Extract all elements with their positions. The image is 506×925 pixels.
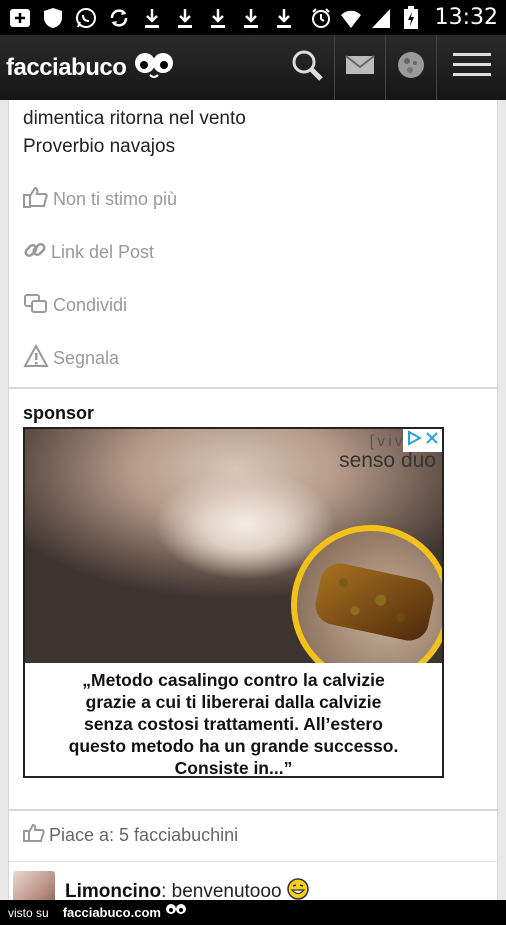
post-text-line: dimentica ritorna nel vento (23, 108, 246, 129)
post-link-label: Link del Post (51, 242, 155, 262)
report-button[interactable]: Segnala (23, 343, 120, 373)
report-label: Segnala (53, 348, 120, 368)
footer-bar: visto su facciabuco.com (0, 900, 506, 925)
sponsor-card: sponsor [vivès] senso duo „Metodo casali… (8, 388, 498, 810)
status-bar: 13:32 (0, 0, 506, 35)
ad-food-image (311, 559, 438, 645)
comment: Limoncino: benvenutooo (13, 871, 309, 900)
post-card: dimentica ritorna nel vento Proverbio na… (8, 100, 498, 388)
download-icon (239, 7, 263, 29)
mail-icon (345, 54, 375, 81)
grin-emoji-icon (287, 878, 309, 900)
menu-icon (452, 51, 491, 84)
close-icon[interactable] (425, 431, 439, 450)
ad-banner[interactable]: [vivès] senso duo „Metodo casalingo cont… (23, 427, 444, 778)
sync-icon (107, 7, 131, 29)
thumbs-up-icon (23, 823, 49, 848)
download-icon (272, 7, 296, 29)
ad-text-line: questo metodo ha un grande successo. (68, 736, 399, 756)
messages-button[interactable] (334, 35, 385, 100)
menu-button[interactable] (436, 35, 506, 100)
ad-text-line: „Metodo casalingo contro la calvizie (82, 670, 385, 690)
app-bar: facciabuco (0, 35, 506, 100)
ad-text-line: Consiste in...” (174, 758, 293, 778)
ad-brand-line: senso duo (339, 449, 436, 472)
dislike-button[interactable]: Non ti stimo più (23, 185, 177, 214)
logo[interactable]: facciabuco (0, 50, 174, 85)
ad-choices-icon (406, 430, 423, 451)
warning-icon (23, 343, 53, 373)
logo-eyes-icon (165, 902, 187, 923)
wifi-icon (339, 7, 363, 29)
ad-text: „Metodo casalingo contro la calvizie gra… (25, 663, 442, 776)
comment-text: Limoncino: benvenutooo (65, 878, 309, 900)
download-icon (140, 7, 164, 29)
logo-eyes-icon (134, 50, 174, 85)
search-button[interactable] (280, 35, 334, 100)
share-label: Condividi (53, 295, 128, 315)
ad-text-line: senza costosi trattamenti. All’estero (84, 714, 383, 734)
footer-site: facciabuco.com (62, 905, 161, 920)
likes-text: Piace a: 5 facciabuchini (49, 825, 239, 845)
search-icon (290, 48, 324, 87)
comment-separator: : (161, 881, 172, 900)
footer-visto: visto su (8, 905, 49, 920)
alarm-icon (309, 7, 333, 29)
add-box-icon (8, 7, 32, 29)
share-button[interactable]: Condividi (23, 291, 127, 320)
ad-inset-image (291, 525, 442, 685)
divider (9, 861, 497, 862)
likes-summary[interactable]: Piace a: 5 facciabuchini (23, 823, 238, 848)
thumbs-up-icon (23, 185, 53, 214)
whatsapp-icon (74, 7, 98, 29)
profile-icon (396, 50, 426, 85)
feed[interactable]: dimentica ritorna nel vento Proverbio na… (0, 100, 506, 900)
sponsor-title: sponsor (23, 403, 95, 423)
post-link-button[interactable]: Link del Post (23, 238, 154, 267)
dislike-label: Non ti stimo più (53, 189, 178, 209)
battery-charging-icon (399, 5, 423, 29)
comment-body: benvenutooo (171, 881, 282, 900)
post-text-line: Proverbio navajos (23, 136, 176, 157)
shield-icon (41, 7, 65, 29)
logo-text: facciabuco (6, 53, 127, 81)
link-icon (23, 238, 51, 267)
avatar[interactable] (13, 871, 55, 900)
comment-author[interactable]: Limoncino (65, 881, 161, 900)
ad-text-line: grazie a cui ti libererai dalla calvizie (85, 692, 382, 712)
post-text: dimentica ritorna nel vento Proverbio na… (23, 105, 246, 161)
profile-button[interactable] (385, 35, 436, 100)
ad-choices[interactable] (403, 429, 442, 452)
likes-card: Piace a: 5 facciabuchini Limoncino: benv… (8, 810, 498, 900)
download-icon (173, 7, 197, 29)
download-icon (206, 7, 230, 29)
clock: 13:32 (434, 5, 498, 30)
signal-icon (369, 7, 393, 29)
share-icon (23, 291, 53, 320)
